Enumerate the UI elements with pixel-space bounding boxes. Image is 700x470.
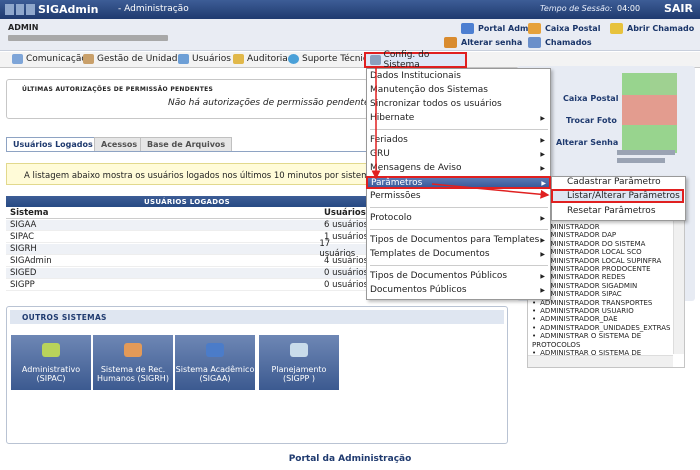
- arrow-to-listar: [431, 183, 550, 199]
- annotation-arrows: [371, 66, 550, 199]
- footer-link[interactable]: Portal da Administração: [0, 454, 700, 464]
